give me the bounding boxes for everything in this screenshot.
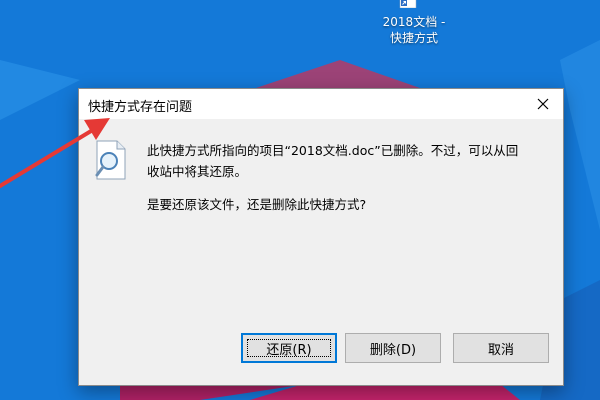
shortcut-file-icon bbox=[399, 0, 417, 8]
broken-shortcut-document-icon bbox=[95, 140, 126, 180]
cancel-button[interactable]: 取消 bbox=[453, 333, 549, 363]
restore-button[interactable]: 还原(R) bbox=[241, 333, 337, 363]
delete-button[interactable]: 删除(D) bbox=[345, 333, 441, 363]
dialog-message-line2: 收站中将其还原。 bbox=[147, 164, 248, 179]
desktop-shortcut-2018-doc[interactable]: 2018文档 - 快捷方式 bbox=[364, 0, 464, 56]
dialog-message: 此快捷方式所指向的项目“2018文档.doc”已删除。不过，可以从回 收站中将其… bbox=[147, 140, 551, 182]
desktop-shortcut-label: 2018文档 - 快捷方式 bbox=[364, 14, 464, 46]
dialog-title: 快捷方式存在问题 bbox=[88, 100, 193, 115]
close-button[interactable] bbox=[523, 89, 563, 119]
delete-button-label: 删除(D) bbox=[369, 342, 417, 358]
dialog-message-line1: 此快捷方式所指向的项目“2018文档.doc”已删除。不过，可以从回 bbox=[147, 143, 519, 158]
cancel-button-label: 取消 bbox=[487, 342, 514, 358]
shortcut-problem-dialog: 快捷方式存在问题 此快捷方式所指向的项目“2018文档.doc”已删除。不过，可… bbox=[78, 88, 564, 386]
desktop-shortcut-label-line1: 2018文档 - bbox=[382, 15, 446, 29]
close-icon bbox=[537, 98, 549, 110]
restore-button-label: 还原(R) bbox=[266, 342, 312, 358]
desktop-shortcut-label-line2: 快捷方式 bbox=[389, 31, 438, 45]
dialog-question: 是要还原该文件，还是删除此快捷方式? bbox=[147, 197, 367, 212]
dialog-titlebar[interactable]: 快捷方式存在问题 bbox=[79, 89, 563, 119]
